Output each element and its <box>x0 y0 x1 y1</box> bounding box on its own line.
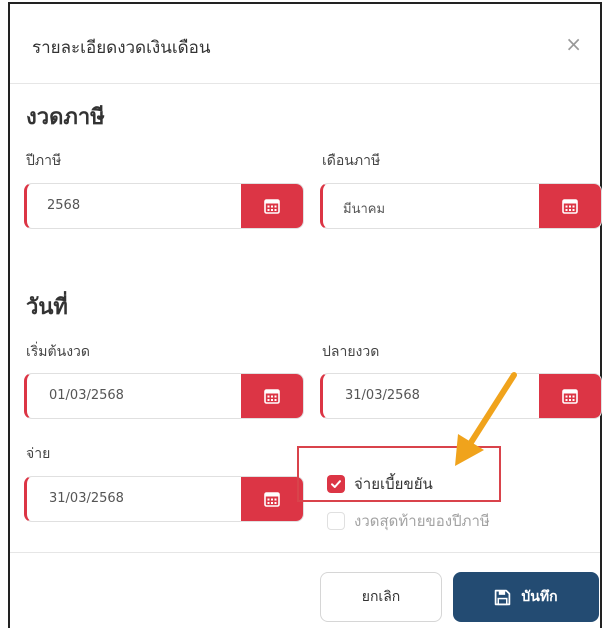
tax-year-value: 2568 <box>47 198 81 213</box>
period-end-label: ปลายงวด <box>322 344 380 360</box>
footer-divider <box>10 552 600 553</box>
period-end-calendar-button[interactable] <box>539 374 601 418</box>
pay-date-label: จ่าย <box>26 446 51 462</box>
tax-month-field[interactable]: มีนาคม <box>320 183 602 229</box>
save-button[interactable]: บันทึก <box>453 572 599 622</box>
tax-month-label: เดือนภาษี <box>322 153 381 169</box>
cancel-button-label: ยกเลิก <box>361 589 401 605</box>
calendar-icon <box>264 389 280 404</box>
pay-date-value: 31/03/2568 <box>49 491 124 506</box>
section-title-tax-period: งวดภาษี <box>26 105 105 130</box>
modal-header: รายละเอียดงวดเงินเดือน × <box>10 4 600 84</box>
tax-month-value: มีนาคม <box>343 202 386 217</box>
period-start-label: เริ่มต้นงวด <box>26 344 90 360</box>
period-start-calendar-button[interactable] <box>241 374 303 418</box>
pay-date-calendar-button[interactable] <box>241 477 303 521</box>
last-period-checkbox[interactable] <box>327 512 345 530</box>
calendar-icon <box>562 389 578 404</box>
payroll-period-modal: รายละเอียดงวดเงินเดือน × งวดภาษี ปีภาษี … <box>8 2 602 628</box>
section-title-dates: วันที่ <box>26 295 68 320</box>
calendar-icon <box>264 492 280 507</box>
last-period-checkbox-row[interactable]: งวดสุดท้ายของปีภาษี <box>327 509 490 533</box>
period-end-field[interactable]: 31/03/2568 <box>320 373 602 419</box>
calendar-icon <box>562 199 578 214</box>
period-end-value: 31/03/2568 <box>345 388 420 403</box>
period-start-value: 01/03/2568 <box>49 388 124 403</box>
tax-year-calendar-button[interactable] <box>241 184 303 228</box>
calendar-icon <box>264 199 280 214</box>
tax-year-label: ปีภาษี <box>26 153 62 169</box>
floppy-disk-icon <box>495 589 511 605</box>
save-button-label: บันทึก <box>521 589 558 605</box>
cancel-button[interactable]: ยกเลิก <box>320 572 442 622</box>
pay-date-field[interactable]: 31/03/2568 <box>24 476 304 522</box>
last-period-checkbox-label: งวดสุดท้ายของปีภาษี <box>354 512 490 530</box>
annotation-highlight-box <box>297 446 501 502</box>
modal-title: รายละเอียดงวดเงินเดือน <box>32 38 211 58</box>
close-button[interactable]: × <box>565 34 582 54</box>
period-start-field[interactable]: 01/03/2568 <box>24 373 304 419</box>
tax-month-calendar-button[interactable] <box>539 184 601 228</box>
tax-year-field[interactable]: 2568 <box>24 183 304 229</box>
